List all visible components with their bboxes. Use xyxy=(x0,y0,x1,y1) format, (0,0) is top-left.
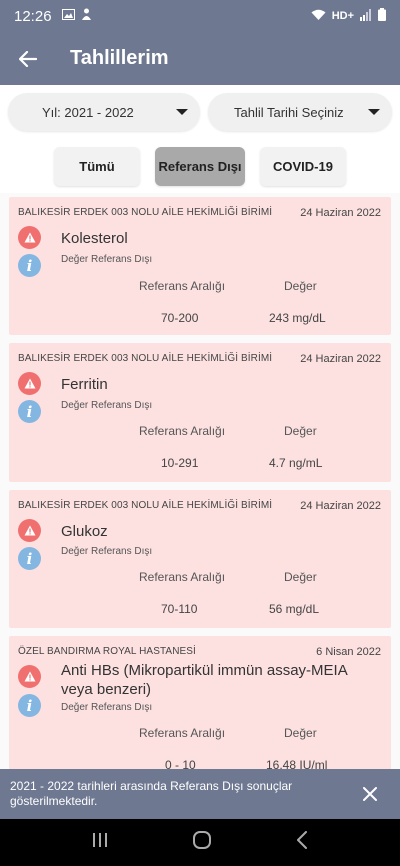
caret-down-icon xyxy=(368,109,380,115)
warning-icon xyxy=(18,665,41,688)
hospital-name: BALIKESİR ERDEK 003 NOLU AİLE HEKİMLİĞİ … xyxy=(18,353,273,364)
back-arrow-icon[interactable] xyxy=(0,32,56,85)
info-icon[interactable]: i xyxy=(18,254,41,277)
info-icon[interactable]: i xyxy=(18,400,41,423)
page-title: Tahlillerim xyxy=(70,47,169,69)
result-filter-tabs: Tümü Referans Dışı COVID-19 xyxy=(54,147,346,186)
result-value: 243 mg/dL xyxy=(269,311,326,325)
caret-down-icon xyxy=(176,109,188,115)
test-name: Anti HBs (Mikropartikül immün assay-MEIA… xyxy=(61,662,347,698)
tab-all[interactable]: Tümü xyxy=(54,147,140,186)
result-card[interactable]: ÖZEL BANDIRMA ROYAL HASTANESİ 6 Nisan 20… xyxy=(9,636,391,769)
filter-row: Yıl: 2021 - 2022 Tahlil Tarihi Seçiniz xyxy=(8,93,392,131)
test-name: Ferritin xyxy=(61,376,108,393)
status-time: 12:26 xyxy=(14,7,52,25)
value-header: Değer xyxy=(284,424,317,438)
tab-out-of-reference[interactable]: Referans Dışı xyxy=(155,147,245,186)
result-card[interactable]: BALIKESİR ERDEK 003 NOLU AİLE HEKİMLİĞİ … xyxy=(9,197,391,335)
snackbar-message: 2021 - 2022 tarihleri arasında Referans … xyxy=(10,779,293,808)
reference-range-value: 70-110 xyxy=(161,602,198,616)
tab-covid[interactable]: COVID-19 xyxy=(260,147,346,186)
year-dropdown[interactable]: Yıl: 2021 - 2022 xyxy=(8,93,200,131)
system-back-icon[interactable] xyxy=(296,831,308,854)
recent-apps-icon[interactable] xyxy=(92,832,108,853)
reference-range-header: Referans Aralığı xyxy=(139,570,226,584)
app-notification-icon xyxy=(81,8,92,24)
hospital-name: BALIKESİR ERDEK 003 NOLU AİLE HEKİMLİĞİ … xyxy=(18,207,273,218)
info-icon[interactable]: i xyxy=(18,547,41,570)
result-date: 24 Haziran 2022 xyxy=(300,207,381,219)
hospital-name: ÖZEL BANDIRMA ROYAL HASTANESİ xyxy=(18,646,196,657)
gallery-notification-icon xyxy=(61,9,75,23)
close-icon[interactable] xyxy=(350,774,390,814)
result-card[interactable]: BALIKESİR ERDEK 003 NOLU AİLE HEKİMLİĞİ … xyxy=(9,490,391,628)
date-dropdown[interactable]: Tahlil Tarihi Seçiniz xyxy=(208,93,392,131)
status-bar: 12:26 HD+ xyxy=(0,0,400,32)
reference-range-header: Referans Aralığı xyxy=(139,726,226,740)
value-header: Değer xyxy=(284,279,317,293)
out-of-range-note: Değer Referans Dışı xyxy=(61,254,153,265)
test-name: Kolesterol xyxy=(61,230,128,247)
wifi-icon xyxy=(311,9,326,24)
reference-range-value: 0 - 10 xyxy=(165,758,196,769)
system-navigation-bar xyxy=(0,819,400,866)
reference-range-header: Referans Aralığı xyxy=(139,424,226,438)
snackbar: 2021 - 2022 tarihleri arasında Referans … xyxy=(0,769,400,819)
date-dropdown-label: Tahlil Tarihi Seçiniz xyxy=(234,104,344,120)
out-of-range-note: Değer Referans Dışı xyxy=(61,400,153,411)
home-icon[interactable] xyxy=(192,830,212,855)
result-value: 4.7 ng/mL xyxy=(269,456,323,470)
warning-icon xyxy=(18,226,41,249)
result-date: 24 Haziran 2022 xyxy=(300,353,381,365)
network-type-label: HD+ xyxy=(331,10,354,22)
reference-range-value: 70-200 xyxy=(161,311,199,325)
warning-icon xyxy=(18,519,41,542)
result-date: 24 Haziran 2022 xyxy=(300,500,381,512)
result-card[interactable]: BALIKESİR ERDEK 003 NOLU AİLE HEKİMLİĞİ … xyxy=(9,343,391,482)
test-name: Glukoz xyxy=(61,523,108,540)
hospital-name: BALIKESİR ERDEK 003 NOLU AİLE HEKİMLİĞİ … xyxy=(18,500,273,511)
signal-icon xyxy=(360,8,372,24)
reference-range-header: Referans Aralığı xyxy=(139,279,226,293)
value-header: Değer xyxy=(284,570,317,584)
out-of-range-note: Değer Referans Dışı xyxy=(61,702,153,713)
reference-range-value: 10-291 xyxy=(161,456,199,470)
result-value: 16,48 IU/ml xyxy=(266,758,328,769)
battery-icon xyxy=(378,8,386,24)
out-of-range-note: Değer Referans Dışı xyxy=(61,546,153,557)
app-bar: Tahlillerim xyxy=(0,32,400,85)
info-icon[interactable]: i xyxy=(18,694,41,717)
results-list[interactable]: BALIKESİR ERDEK 003 NOLU AİLE HEKİMLİĞİ … xyxy=(0,193,400,769)
year-dropdown-label: Yıl: 2021 - 2022 xyxy=(42,104,134,120)
warning-icon xyxy=(18,372,41,395)
result-value: 56 mg/dL xyxy=(269,602,320,616)
result-date: 6 Nisan 2022 xyxy=(316,646,381,658)
value-header: Değer xyxy=(284,726,317,740)
